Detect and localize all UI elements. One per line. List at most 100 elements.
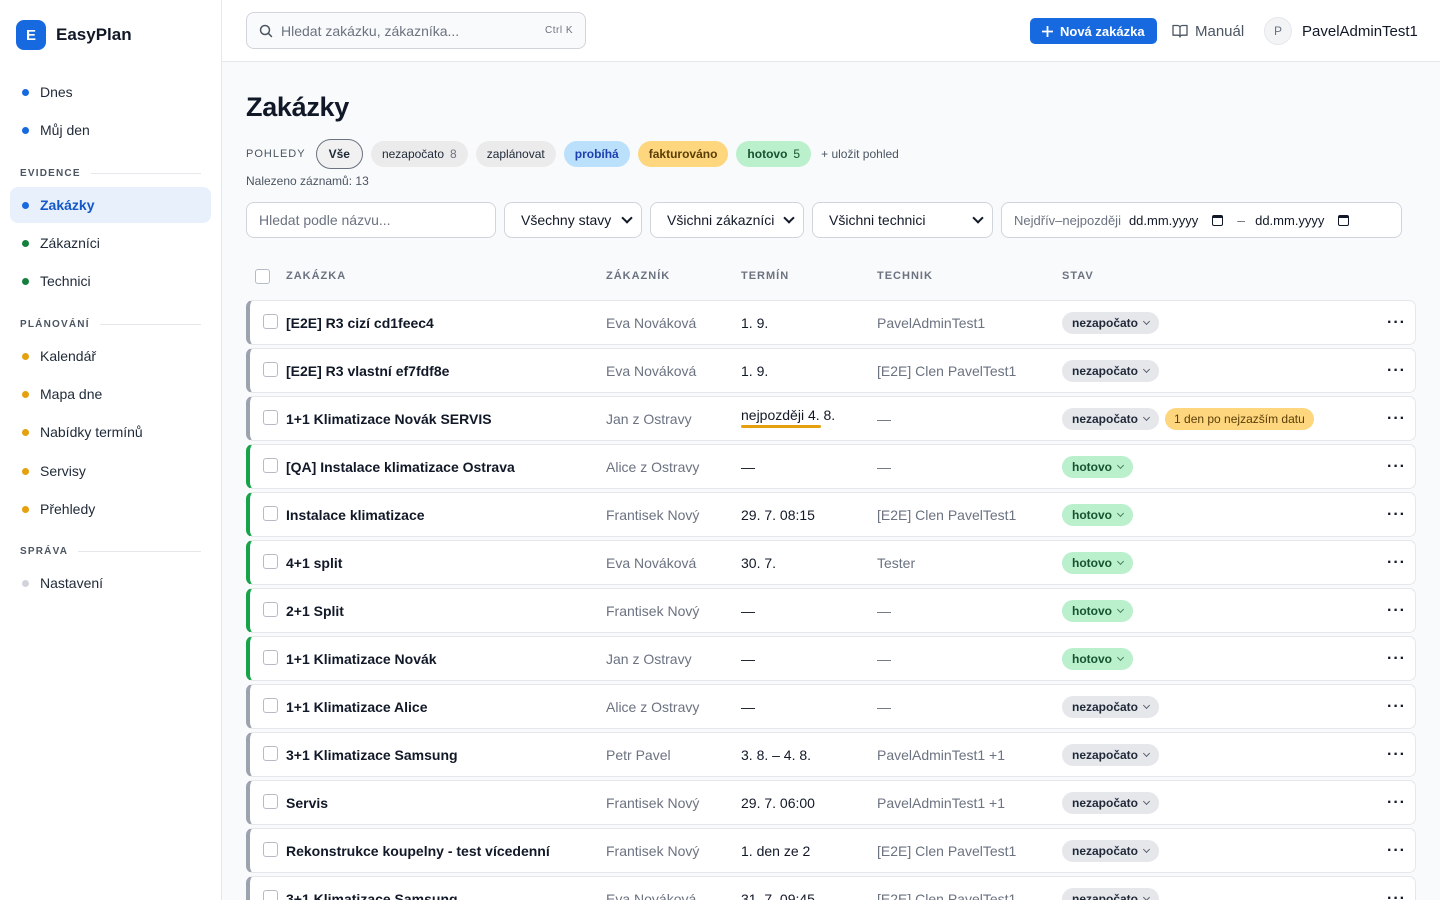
row-checkbox[interactable] <box>263 890 278 900</box>
sidebar-item-nabidky-terminu[interactable]: Nabídky termínů <box>10 414 211 450</box>
table-row[interactable]: 3+1 Klimatizace Samsung Petr Pavel 3. 8. –… <box>246 732 1416 777</box>
more-actions-icon[interactable]: ··· <box>1387 301 1406 344</box>
date-to-input[interactable]: dd.mm.yyyy <box>1255 213 1324 228</box>
row-checkbox[interactable] <box>263 746 278 761</box>
row-checkbox[interactable] <box>263 698 278 713</box>
header-status[interactable]: STAV <box>1062 270 1094 282</box>
table-row[interactable]: 1+1 Klimatizace Alice Alice z Ostravy — — ne… <box>246 684 1416 729</box>
order-name[interactable]: Servis <box>286 781 328 824</box>
manual-link[interactable]: Manuál <box>1172 20 1244 42</box>
sidebar-item-prehledy[interactable]: Přehledy <box>10 491 211 527</box>
header-customer[interactable]: ZÁKAZNÍK <box>606 270 670 282</box>
status-badge[interactable]: nezapočato <box>1062 407 1160 430</box>
status-badge[interactable]: nezapočato <box>1062 311 1160 334</box>
more-actions-icon[interactable]: ··· <box>1387 829 1406 872</box>
status-badge[interactable]: hotovo <box>1062 647 1133 670</box>
more-actions-icon[interactable]: ··· <box>1387 781 1406 824</box>
more-actions-icon[interactable]: ··· <box>1387 493 1406 536</box>
calendar-icon[interactable] <box>1338 214 1350 226</box>
status-badge[interactable]: hotovo <box>1062 455 1133 478</box>
status-badge[interactable]: nezapočato <box>1062 743 1160 766</box>
status-badge[interactable]: hotovo <box>1062 599 1133 622</box>
date-from-input[interactable]: dd.mm.yyyy <box>1129 213 1198 228</box>
status-badge[interactable]: nezapočato <box>1062 695 1160 718</box>
more-actions-icon[interactable]: ··· <box>1387 733 1406 776</box>
sidebar-item-nastaveni[interactable]: Nastavení <box>10 565 211 601</box>
order-name[interactable]: [QA] Instalace klimatizace Ostrava <box>286 445 515 488</box>
global-search[interactable]: Ctrl K <box>246 12 586 49</box>
table-row[interactable]: [E2E] R3 vlastní ef7fdf8e Eva Nováková 1. … <box>246 348 1416 393</box>
order-name[interactable]: Instalace klimatizace <box>286 493 425 536</box>
view-chip-probiha[interactable]: probíhá <box>563 141 630 167</box>
status-badge[interactable]: hotovo <box>1062 551 1133 574</box>
table-row[interactable]: 2+1 Split Frantisek Nový — — hotovo ··· <box>246 588 1416 633</box>
row-checkbox[interactable] <box>263 362 278 377</box>
order-name[interactable]: 3+1 Klimatizace Samsung <box>286 877 458 900</box>
row-checkbox[interactable] <box>263 602 278 617</box>
brand[interactable]: E EasyPlan <box>16 20 132 50</box>
view-chip-hotovo[interactable]: hotovo 5 <box>736 141 812 167</box>
sidebar-item-dnes[interactable]: Dnes <box>10 74 211 110</box>
new-order-button[interactable]: Nová zakázka <box>1030 18 1157 44</box>
status-badge[interactable]: nezapočato <box>1062 839 1160 862</box>
technician-select[interactable]: Všichni technici <box>812 202 993 238</box>
row-checkbox[interactable] <box>263 842 278 857</box>
save-view-link[interactable]: + uložit pohled <box>821 147 899 161</box>
sidebar-item-technici[interactable]: Technici <box>10 263 211 299</box>
table-row[interactable]: 1+1 Klimatizace Novák SERVIS Jan z Ostrav… <box>246 396 1416 441</box>
status-badge[interactable]: nezapočato <box>1062 791 1160 814</box>
select-all-checkbox[interactable] <box>255 268 270 284</box>
order-name[interactable]: 3+1 Klimatizace Samsung <box>286 733 458 776</box>
order-name[interactable]: 1+1 Klimatizace Novák <box>286 637 437 680</box>
view-chip-nezapocato[interactable]: nezapočato 8 <box>370 141 468 167</box>
status-badge[interactable]: nezapočato <box>1062 359 1160 382</box>
row-checkbox[interactable] <box>263 554 278 569</box>
more-actions-icon[interactable]: ··· <box>1387 637 1406 680</box>
customer-select[interactable]: Všichni zákazníci <box>650 202 804 238</box>
table-row[interactable]: 4+1 split Eva Nováková 30. 7. Tester hotovo ·… <box>246 540 1416 585</box>
name-filter[interactable] <box>246 202 496 238</box>
sidebar-item-zakazky[interactable]: Zakázky <box>10 187 211 223</box>
row-checkbox[interactable] <box>263 506 278 521</box>
order-name[interactable]: 4+1 split <box>286 541 342 584</box>
row-checkbox[interactable] <box>263 650 278 665</box>
order-name[interactable]: 2+1 Split <box>286 589 344 632</box>
row-checkbox[interactable] <box>263 410 278 425</box>
more-actions-icon[interactable]: ··· <box>1387 877 1406 900</box>
user-menu[interactable]: P PavelAdminTest1 <box>1264 17 1418 45</box>
table-row[interactable]: [QA] Instalace klimatizace Ostrava Alice … <box>246 444 1416 489</box>
status-badge[interactable]: nezapočato <box>1062 887 1160 900</box>
table-row[interactable]: Servis Frantisek Nový 29. 7. 06:00 PavelAdm… <box>246 780 1416 825</box>
more-actions-icon[interactable]: ··· <box>1387 541 1406 584</box>
order-name[interactable]: [E2E] R3 cizí cd1feec4 <box>286 301 434 344</box>
more-actions-icon[interactable]: ··· <box>1387 685 1406 728</box>
table-row[interactable]: 3+1 Klimatizace Samsung Eva Nováková 31. 7… <box>246 876 1416 900</box>
status-badge[interactable]: hotovo <box>1062 503 1133 526</box>
sidebar-item-servisy[interactable]: Servisy <box>10 453 211 489</box>
name-filter-input[interactable] <box>259 212 483 228</box>
sidebar-item-kalendar[interactable]: Kalendář <box>10 338 211 374</box>
order-name[interactable]: 1+1 Klimatizace Novák SERVIS <box>286 397 492 440</box>
more-actions-icon[interactable]: ··· <box>1387 349 1406 392</box>
more-actions-icon[interactable]: ··· <box>1387 445 1406 488</box>
table-row[interactable]: [E2E] R3 cizí cd1feec4 Eva Nováková 1. 9. P… <box>246 300 1416 345</box>
order-name[interactable]: Rekonstrukce koupelny - test vícedenní <box>286 829 550 872</box>
order-name[interactable]: 1+1 Klimatizace Alice <box>286 685 428 728</box>
sidebar-item-zakaznici[interactable]: Zákazníci <box>10 225 211 261</box>
table-row[interactable]: 1+1 Klimatizace Novák Jan z Ostravy — — hoto… <box>246 636 1416 681</box>
view-chip-vse[interactable]: Vše <box>315 139 363 169</box>
row-checkbox[interactable] <box>263 794 278 809</box>
sidebar-item-muj-den[interactable]: Můj den <box>10 112 211 148</box>
view-chip-zaplanovat[interactable]: zaplánovat <box>475 141 556 167</box>
sidebar-item-mapa-dne[interactable]: Mapa dne <box>10 376 211 412</box>
row-checkbox[interactable] <box>263 314 278 329</box>
calendar-icon[interactable] <box>1212 214 1224 226</box>
header-name[interactable]: ZAKÁZKA <box>286 270 346 282</box>
header-date[interactable]: TERMÍN <box>741 270 789 282</box>
order-name[interactable]: [E2E] R3 vlastní ef7fdf8e <box>286 349 449 392</box>
more-actions-icon[interactable]: ··· <box>1387 397 1406 440</box>
table-row[interactable]: Instalace klimatizace Frantisek Nový 29. 7… <box>246 492 1416 537</box>
more-actions-icon[interactable]: ··· <box>1387 589 1406 632</box>
global-search-input[interactable] <box>281 22 537 39</box>
header-technician[interactable]: TECHNIK <box>877 270 933 282</box>
